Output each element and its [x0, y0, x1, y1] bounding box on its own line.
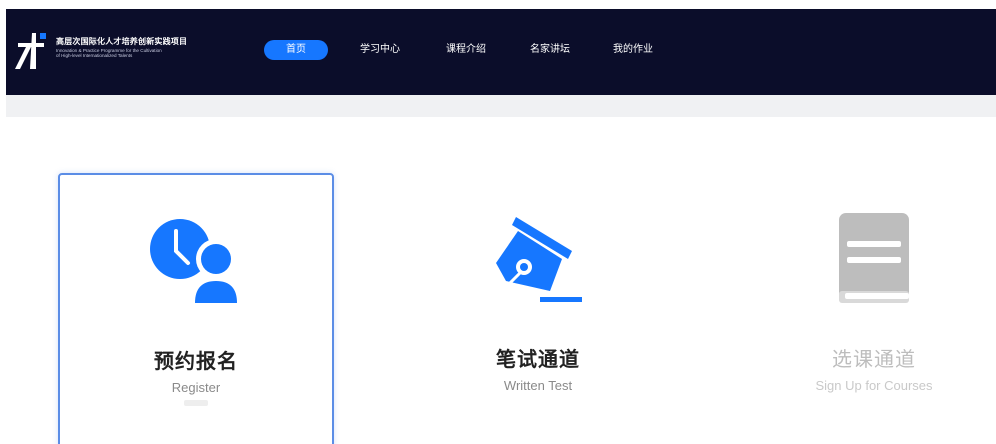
- nav-item-my-homework[interactable]: 我的作业: [613, 40, 653, 60]
- brand-subtitle-line2: of High-level Internationalized Talents: [56, 53, 133, 59]
- nav-item-home[interactable]: 首页: [264, 40, 328, 60]
- card-written-test[interactable]: 笔试通道 Written Test: [400, 173, 676, 444]
- brand-logo-icon[interactable]: [14, 29, 48, 71]
- card-register-subtitle: Register: [171, 380, 221, 395]
- card-course-signup-subtitle: Sign Up for Courses: [815, 378, 933, 393]
- nav-item-lectures[interactable]: 名家讲坛: [530, 40, 570, 60]
- card-written-test-title: 笔试通道: [496, 347, 580, 371]
- nav-item-learning-center[interactable]: 学习中心: [360, 40, 400, 60]
- card-course-signup[interactable]: 选课通道 Sign Up for Courses: [736, 173, 996, 444]
- brand-title: 高层次国际化人才培养创新实践项目: [56, 37, 188, 46]
- top-header: 高层次国际化人才培养创新实践项目 Innovation & Practice P…: [6, 9, 996, 95]
- card-register[interactable]: 预约报名 Register: [58, 173, 334, 444]
- page: 高层次国际化人才培养创新实践项目 Innovation & Practice P…: [0, 0, 996, 444]
- nav-item-course-intro[interactable]: 课程介绍: [446, 40, 486, 60]
- clock-user-icon: [150, 219, 242, 303]
- decorative-chip: [184, 400, 208, 406]
- card-written-test-subtitle: Written Test: [503, 378, 573, 393]
- sub-bar: [6, 95, 996, 117]
- fountain-pen-icon: [496, 217, 582, 302]
- brand-text: 高层次国际化人才培养创新实践项目 Innovation & Practice P…: [56, 38, 226, 59]
- book-icon: [839, 213, 909, 303]
- card-register-title: 预约报名: [154, 349, 238, 373]
- card-course-signup-title: 选课通道: [832, 347, 916, 371]
